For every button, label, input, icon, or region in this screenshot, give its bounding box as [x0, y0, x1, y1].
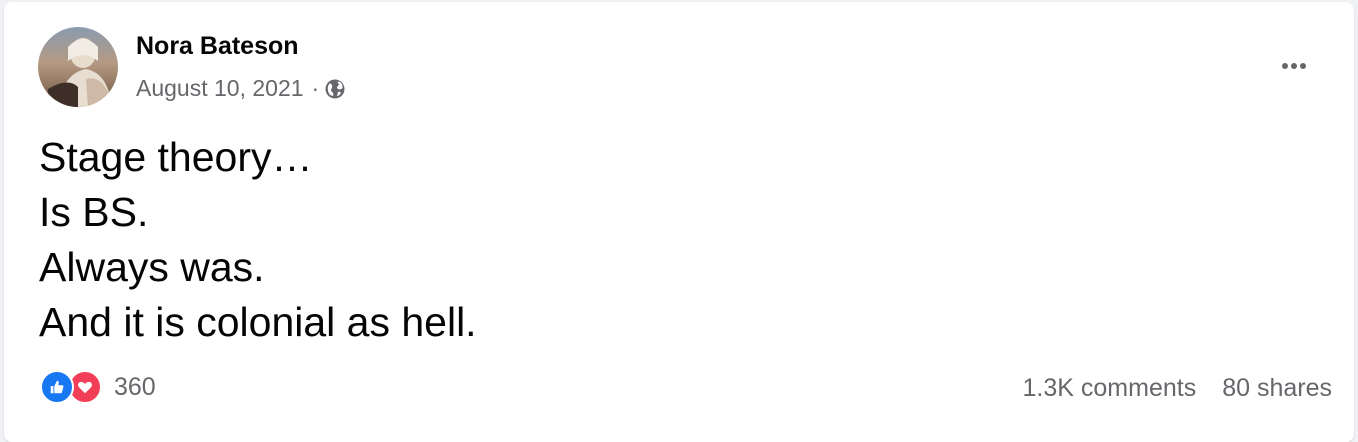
- avatar[interactable]: [38, 27, 118, 107]
- post-meta: August 10, 2021 ·: [136, 75, 346, 102]
- post-text-line: Stage theory…: [39, 134, 313, 180]
- author-name[interactable]: Nora Bateson: [136, 32, 299, 61]
- comments-link[interactable]: 1.3K comments: [1023, 374, 1197, 403]
- reaction-count: 360: [114, 372, 156, 401]
- post-date[interactable]: August 10, 2021: [136, 75, 304, 102]
- post-stats: 1.3K comments 80 shares: [1023, 374, 1332, 403]
- post-text-line: Is BS.: [39, 189, 149, 235]
- shares-link[interactable]: 80 shares: [1222, 374, 1332, 403]
- post-text-line: And it is colonial as hell.: [39, 299, 477, 345]
- reactions-summary[interactable]: 360: [40, 370, 156, 404]
- meta-separator: ·: [311, 75, 320, 101]
- post-card: Nora Bateson August 10, 2021 · Stage the…: [4, 2, 1354, 442]
- like-icon: [40, 370, 74, 404]
- profile-photo: [38, 27, 118, 107]
- post-text-line: Always was.: [39, 244, 265, 290]
- more-options-button[interactable]: [1274, 46, 1314, 86]
- globe-icon[interactable]: [324, 78, 346, 100]
- post-text: Stage theory… Is BS. Always was. And it …: [39, 130, 477, 350]
- ellipsis-icon: [1282, 63, 1288, 69]
